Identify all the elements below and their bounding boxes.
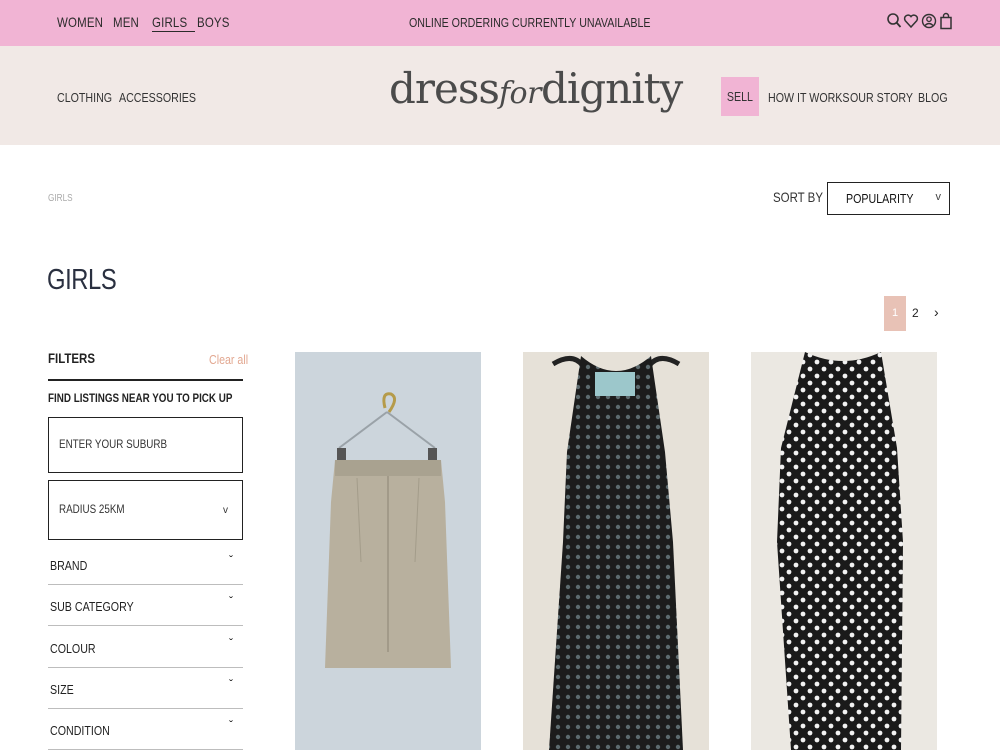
facet-label: SUB CATEGORY [50,599,134,614]
page-2-link[interactable]: 2 [912,306,919,320]
clear-all-link[interactable]: Clear all [209,352,257,367]
site-logo[interactable]: dressfordignity [389,64,683,113]
chevron-down-icon: ˇ [229,677,233,691]
nav-our-story[interactable]: OUR STORY [850,90,927,105]
facet-condition[interactable]: CONDITION ˇ [48,709,243,750]
facet-label: COLOUR [50,641,96,656]
sell-button[interactable]: SELL [721,77,759,116]
chevron-down-icon: v [935,191,942,203]
product-card-lace-dress[interactable] [523,352,709,750]
product-card-skirt[interactable] [295,352,481,750]
sort-by-label: SORT BY [773,189,823,205]
search-icon[interactable] [886,12,902,30]
facet-colour[interactable]: COLOUR ˇ [48,627,243,668]
filters-divider [48,379,243,381]
facet-label: BRAND [50,558,88,573]
nav-boys[interactable]: BOYS [197,14,237,30]
black-polka-dot-dress-image [751,352,937,750]
nav-blog[interactable]: BLOG [918,90,954,105]
facet-label: CONDITION [50,723,110,738]
black-lace-halter-dress-image [523,352,709,750]
radius-value: RADIUS 25KM [59,502,125,516]
chevron-down-icon: ˇ [229,594,233,608]
nav-girls[interactable]: GIRLS [152,14,196,32]
page-title: GIRLS [47,264,117,296]
bag-icon[interactable] [938,12,954,30]
nav-men[interactable]: MEN [113,14,145,30]
nav-accessories[interactable]: ACCESSORIES [119,90,213,105]
facet-brand[interactable]: BRAND ˇ [48,544,243,585]
facet-size[interactable]: SIZE ˇ [48,668,243,709]
product-card-polka-dress[interactable] [751,352,937,750]
sort-value: POPULARITY [846,191,914,206]
chevron-down-icon: ˇ [229,553,233,567]
user-icon[interactable] [921,12,937,30]
suburb-placeholder: ENTER YOUR SUBURB [59,437,168,451]
breadcrumb[interactable]: GIRLS [48,193,78,204]
chevron-down-icon: v [223,505,228,516]
chevron-down-icon: ˇ [229,718,233,732]
top-bar: WOMEN MEN GIRLS BOYS ONLINE ORDERING CUR… [0,0,1000,46]
nav-clothing[interactable]: CLOTHING [57,90,124,105]
suburb-input[interactable]: ENTER YOUR SUBURB [48,417,243,473]
beige-pencil-skirt-image [295,352,481,750]
filters-title: FILTERS [48,350,95,366]
sort-select[interactable]: POPULARITY v [827,182,950,215]
facet-sub-category[interactable]: SUB CATEGORY ˇ [48,585,243,626]
radius-select[interactable]: RADIUS 25KM v [48,480,243,540]
ordering-notice: ONLINE ORDERING CURRENTLY UNAVAILABLE [409,15,651,30]
heart-icon[interactable] [903,12,919,30]
facet-label: SIZE [50,682,74,697]
page-current[interactable]: 1 [884,296,906,331]
nav-women[interactable]: WOMEN [57,14,113,30]
chevron-right-icon[interactable]: › [934,304,939,320]
pickup-label: FIND LISTINGS NEAR YOU TO PICK UP [48,391,233,405]
chevron-down-icon: ˇ [229,636,233,650]
